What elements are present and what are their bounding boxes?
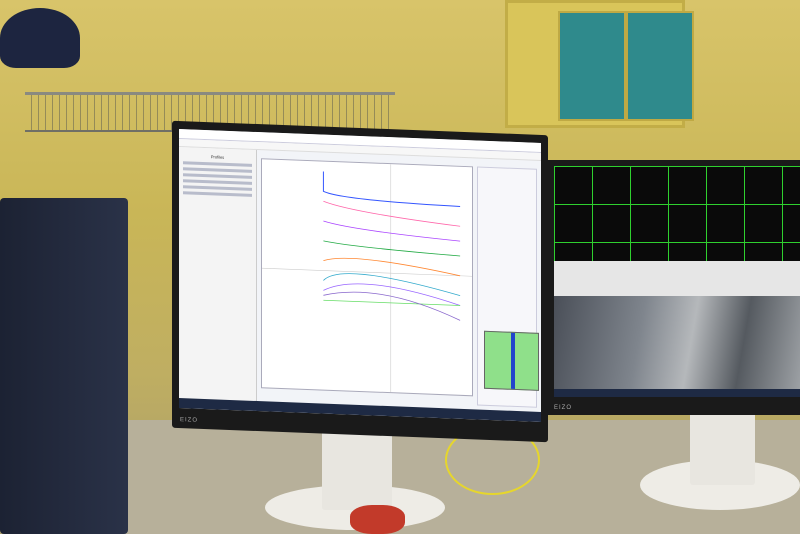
histogram [484, 330, 539, 391]
camera-grid-view [554, 166, 800, 261]
profile-plot[interactable] [261, 158, 473, 397]
profiles-sidebar: Profiles [179, 147, 257, 402]
taskbar [554, 389, 800, 397]
cabinet-door [558, 11, 626, 121]
left-screen[interactable]: Profiles [179, 129, 541, 422]
sidebar-title: Profiles [210, 154, 225, 160]
monitor-brand: EIZO [554, 405, 573, 411]
right-monitor: EIZO [548, 160, 800, 415]
wall-cabinet [505, 0, 694, 128]
monitor-brand: EIZO [180, 417, 199, 424]
control-panel [554, 261, 800, 296]
monitor-stand [690, 405, 755, 485]
red-object [350, 505, 405, 534]
cabinet-door [626, 11, 694, 121]
face-shield [0, 8, 80, 68]
desktop-wallpaper [554, 296, 800, 397]
right-screen[interactable] [554, 166, 800, 397]
computer-tower [0, 198, 128, 534]
left-monitor: Profiles EIZO [172, 120, 548, 443]
